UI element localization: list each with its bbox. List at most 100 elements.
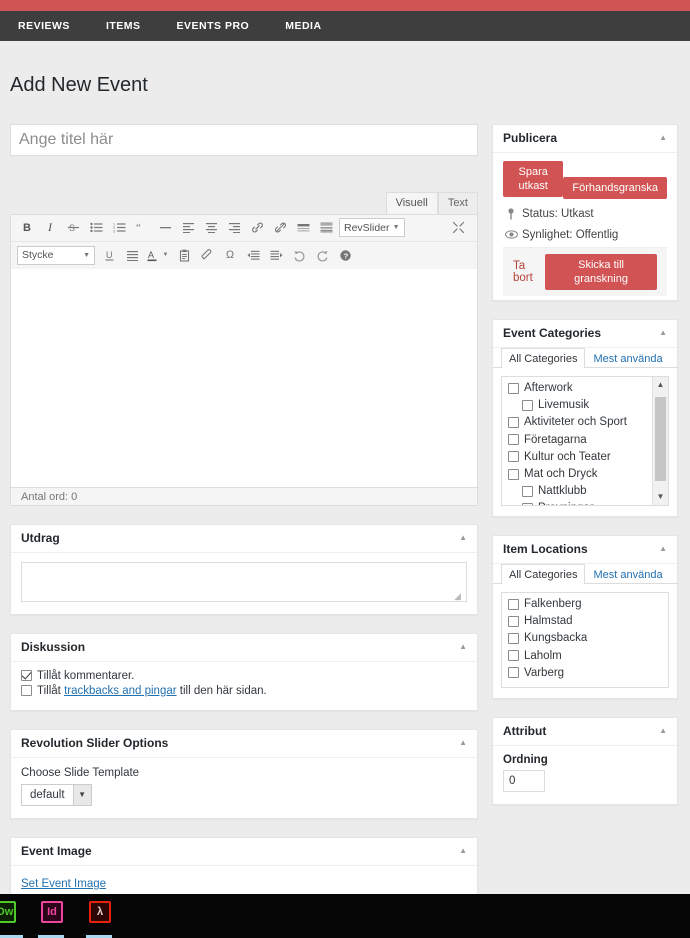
scrollbar-thumb[interactable] bbox=[655, 396, 666, 481]
collapse-toggle-icon[interactable]: ▲ bbox=[459, 643, 467, 651]
location-checkbox[interactable] bbox=[508, 650, 519, 662]
collapse-toggle-icon[interactable]: ▲ bbox=[459, 739, 467, 747]
post-title-input[interactable] bbox=[10, 123, 478, 156]
collapse-toggle-icon[interactable]: ▲ bbox=[459, 534, 467, 542]
category-list-scrollbar[interactable]: ▲ ▼ bbox=[652, 376, 668, 505]
justify-icon[interactable] bbox=[122, 245, 142, 265]
excerpt-metabox-header[interactable]: Utdrag ▲ bbox=[11, 525, 477, 553]
category-checkbox[interactable] bbox=[522, 485, 533, 497]
revslider-metabox-header[interactable]: Revolution Slider Options ▲ bbox=[11, 730, 477, 758]
adminbar-item-items[interactable]: ITEMS bbox=[106, 20, 141, 32]
item-locations-metabox-header[interactable]: Item Locations ▲ bbox=[493, 536, 677, 564]
publish-metabox-header[interactable]: Publicera ▲ bbox=[493, 125, 677, 153]
italic-icon[interactable]: I bbox=[40, 218, 60, 238]
indesign-icon[interactable]: Id bbox=[41, 901, 63, 923]
tab-most-used[interactable]: Mest använda bbox=[585, 564, 670, 584]
tab-all-categories[interactable]: All Categories bbox=[501, 563, 586, 584]
attributes-metabox-header[interactable]: Attribut ▲ bbox=[493, 718, 677, 746]
insert-more-icon[interactable] bbox=[293, 218, 313, 238]
category-checkbox[interactable] bbox=[508, 416, 519, 428]
preview-button[interactable]: Förhandsgranska bbox=[563, 176, 667, 199]
bullet-list-icon[interactable] bbox=[86, 218, 106, 238]
location-label[interactable]: Falkenberg bbox=[524, 598, 582, 610]
blockquote-icon[interactable]: “ bbox=[132, 218, 152, 238]
visibility-text[interactable]: Synlighet: Offentlig bbox=[522, 229, 618, 241]
undo-icon[interactable] bbox=[289, 245, 309, 265]
align-left-icon[interactable] bbox=[178, 218, 198, 238]
collapse-toggle-icon[interactable]: ▲ bbox=[659, 545, 667, 553]
keyboard-shortcuts-icon[interactable]: ? bbox=[335, 245, 355, 265]
category-checkbox[interactable] bbox=[522, 399, 533, 411]
text-color-chevron-down-icon[interactable]: ▼ bbox=[160, 245, 171, 265]
adminbar-item-media[interactable]: MEDIA bbox=[285, 20, 321, 32]
location-label[interactable]: Halmstad bbox=[524, 615, 573, 627]
slide-template-select[interactable]: default ▼ bbox=[21, 783, 92, 806]
redo-icon[interactable] bbox=[312, 245, 332, 265]
location-checkbox[interactable] bbox=[508, 632, 519, 644]
collapse-toggle-icon[interactable]: ▲ bbox=[659, 727, 667, 735]
collapse-toggle-icon[interactable]: ▲ bbox=[659, 329, 667, 337]
strikethrough-icon[interactable]: S bbox=[63, 218, 83, 238]
revslider-dropdown[interactable]: RevSlider ▼ bbox=[339, 218, 405, 238]
category-checkbox[interactable] bbox=[508, 468, 519, 480]
allow-pings-checkbox[interactable] bbox=[21, 685, 32, 697]
underline-icon[interactable]: U bbox=[99, 245, 119, 265]
category-label[interactable]: Livemusik bbox=[538, 399, 589, 411]
acrobat-icon[interactable]: λ bbox=[89, 901, 111, 923]
numbered-list-icon[interactable]: 123 bbox=[109, 218, 129, 238]
category-checkbox[interactable] bbox=[508, 451, 519, 463]
category-label[interactable]: Aktiviteter och Sport bbox=[524, 416, 627, 428]
paragraph-format-dropdown[interactable]: Stycke ▼ bbox=[17, 245, 95, 265]
order-input[interactable] bbox=[503, 769, 545, 792]
category-label[interactable]: Nattklubb bbox=[538, 485, 587, 497]
category-label[interactable]: Provningar bbox=[538, 502, 594, 504]
category-checkbox[interactable] bbox=[522, 502, 533, 505]
outdent-icon[interactable] bbox=[243, 245, 263, 265]
location-label[interactable]: Varberg bbox=[524, 667, 564, 679]
tab-all-categories[interactable]: All Categories bbox=[501, 347, 586, 368]
location-label[interactable]: Laholm bbox=[524, 650, 562, 662]
paste-as-text-icon[interactable] bbox=[174, 245, 194, 265]
unlink-icon[interactable] bbox=[270, 218, 290, 238]
category-checkbox[interactable] bbox=[508, 382, 519, 394]
clear-formatting-icon[interactable] bbox=[197, 245, 217, 265]
dreamweaver-icon[interactable]: Dw bbox=[0, 901, 16, 923]
excerpt-textarea[interactable] bbox=[21, 561, 467, 602]
fullscreen-icon[interactable] bbox=[448, 218, 468, 238]
location-checkbox[interactable] bbox=[508, 667, 519, 679]
collapse-toggle-icon[interactable]: ▲ bbox=[459, 847, 467, 855]
event-categories-metabox-header[interactable]: Event Categories ▲ bbox=[493, 320, 677, 348]
tab-most-used[interactable]: Mest använda bbox=[585, 348, 670, 368]
location-label[interactable]: Kungsbacka bbox=[524, 632, 587, 644]
location-checkbox[interactable] bbox=[508, 598, 519, 610]
align-right-icon[interactable] bbox=[224, 218, 244, 238]
insert-link-icon[interactable] bbox=[247, 218, 267, 238]
special-character-icon[interactable]: Ω bbox=[220, 245, 240, 265]
allow-comments-checkbox[interactable] bbox=[21, 670, 32, 682]
discussion-metabox-header[interactable]: Diskussion ▲ bbox=[11, 634, 477, 662]
horizontal-rule-icon[interactable] bbox=[155, 218, 175, 238]
save-draft-button[interactable]: Spara utkast bbox=[503, 160, 564, 197]
tab-text[interactable]: Text bbox=[437, 191, 478, 214]
category-checkbox[interactable] bbox=[508, 434, 519, 446]
insert-page-break-icon[interactable] bbox=[316, 218, 336, 238]
category-label[interactable]: Afterwork bbox=[524, 382, 573, 394]
align-center-icon[interactable] bbox=[201, 218, 221, 238]
adminbar-item-events-pro[interactable]: EVENTS PRO bbox=[177, 20, 250, 32]
location-checkbox[interactable] bbox=[508, 615, 519, 627]
category-label[interactable]: Kultur och Teater bbox=[524, 451, 611, 463]
trackbacks-link[interactable]: trackbacks and pingar bbox=[64, 685, 177, 697]
status-text[interactable]: Status: Utkast bbox=[522, 208, 594, 220]
delete-link[interactable]: Ta bort bbox=[513, 260, 545, 284]
tab-visual[interactable]: Visuell bbox=[385, 191, 438, 214]
category-label[interactable]: Mat och Dryck bbox=[524, 468, 598, 480]
scroll-up-icon[interactable]: ▲ bbox=[653, 377, 668, 393]
indent-icon[interactable] bbox=[266, 245, 286, 265]
scroll-down-icon[interactable]: ▼ bbox=[653, 489, 668, 505]
collapse-toggle-icon[interactable]: ▲ bbox=[659, 134, 667, 142]
set-event-image-link[interactable]: Set Event Image bbox=[21, 878, 106, 890]
category-label[interactable]: Företagarna bbox=[524, 434, 587, 446]
editor-content-area[interactable] bbox=[11, 268, 477, 487]
event-image-metabox-header[interactable]: Event Image ▲ bbox=[11, 838, 477, 866]
adminbar-item-reviews[interactable]: REVIEWS bbox=[18, 20, 70, 32]
